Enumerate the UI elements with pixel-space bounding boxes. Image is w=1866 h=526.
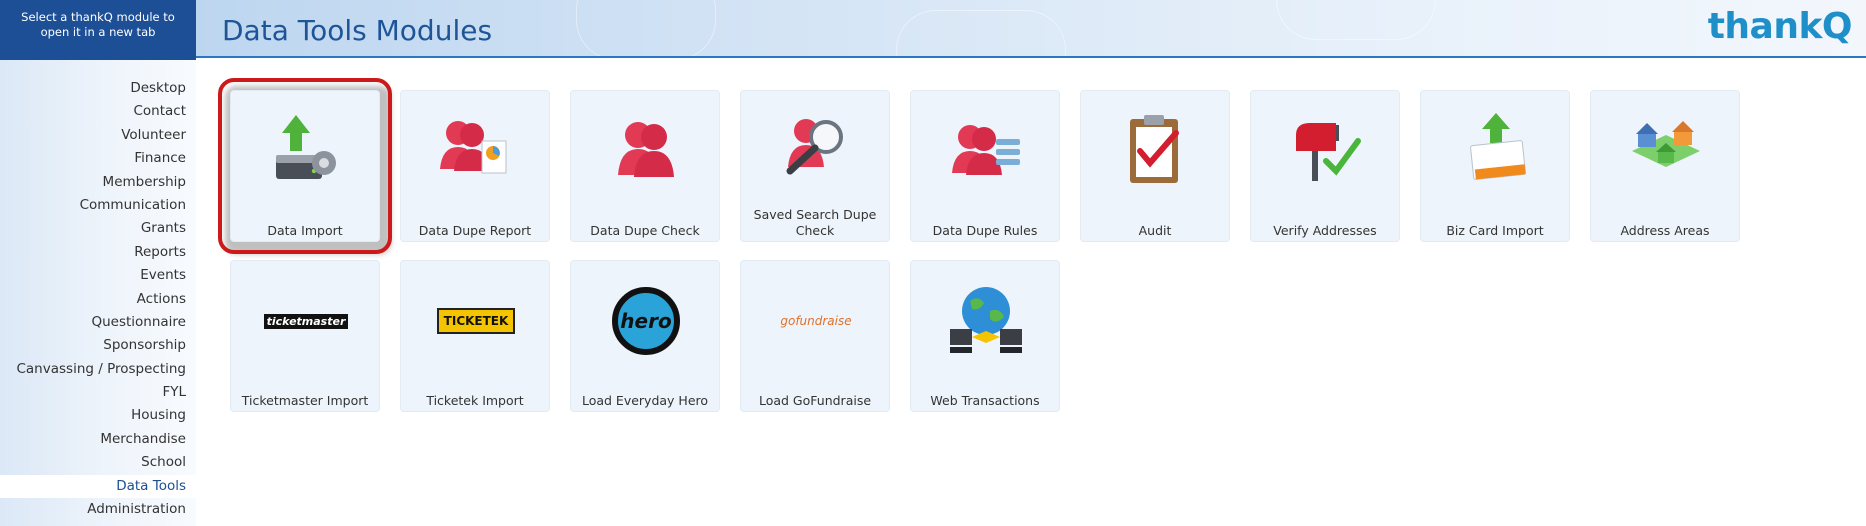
nav-item-reports[interactable]: Reports bbox=[0, 241, 196, 264]
tile-audit[interactable]: Audit bbox=[1080, 90, 1230, 242]
module-sidebar: Select a thankQ module to open it in a n… bbox=[0, 0, 196, 526]
dupe-check-icon bbox=[618, 122, 674, 177]
tile-saved-search-dupe-check[interactable]: Saved Search Dupe Check bbox=[740, 90, 890, 242]
data-import-icon bbox=[276, 115, 336, 179]
puzzle-decoration bbox=[896, 10, 1066, 56]
tile-label: Data Dupe Check bbox=[590, 223, 700, 238]
puzzle-decoration bbox=[1276, 0, 1436, 40]
tile-label: Data Import bbox=[267, 223, 343, 238]
globe-network-icon bbox=[950, 287, 1022, 353]
nav-item-communication[interactable]: Communication bbox=[0, 194, 196, 217]
hero-logo-circle: hero bbox=[612, 287, 680, 355]
nav-item-membership[interactable]: Membership bbox=[0, 171, 196, 194]
tile-label: Data Dupe Rules bbox=[932, 223, 1038, 238]
tile-address-areas[interactable]: Address Areas bbox=[1590, 90, 1740, 242]
houses-map-icon bbox=[1632, 121, 1700, 167]
module-nav: Desktop Contact Volunteer Finance Member… bbox=[0, 77, 196, 521]
tile-label: Ticketmaster Import bbox=[241, 393, 369, 408]
saved-search-icon bbox=[786, 119, 843, 175]
tile-label: Ticketek Import bbox=[426, 393, 524, 408]
dupe-report-icon bbox=[440, 121, 507, 174]
tile-data-dupe-check[interactable]: Data Dupe Check bbox=[570, 90, 720, 242]
thankq-logo: thankQ bbox=[1707, 6, 1853, 47]
sidebar-header: Select a thankQ module to open it in a n… bbox=[0, 0, 196, 60]
nav-item-desktop[interactable]: Desktop bbox=[0, 77, 196, 100]
tile-label: Biz Card Import bbox=[1446, 223, 1544, 238]
tile-label: Verify Addresses bbox=[1273, 223, 1377, 238]
tile-label: Saved Search Dupe Check bbox=[753, 207, 877, 238]
nav-item-sponsorship[interactable]: Sponsorship bbox=[0, 334, 196, 357]
nav-item-actions[interactable]: Actions bbox=[0, 288, 196, 311]
nav-item-finance[interactable]: Finance bbox=[0, 147, 196, 170]
nav-item-grants[interactable]: Grants bbox=[0, 217, 196, 240]
nav-item-volunteer[interactable]: Volunteer bbox=[0, 124, 196, 147]
tile-biz-card-import[interactable]: Biz Card Import bbox=[1420, 90, 1570, 242]
gofundraise-logo-text: gofundraise bbox=[780, 314, 852, 328]
dupe-rules-icon bbox=[952, 125, 1020, 175]
tile-ticketmaster-import[interactable]: ticketmaster Ticketmaster Import bbox=[230, 260, 380, 412]
everyday-hero-logo-icon: hero bbox=[606, 281, 686, 361]
tile-label: Audit bbox=[1138, 223, 1172, 238]
tile-web-transactions[interactable]: Web Transactions bbox=[910, 260, 1060, 412]
tile-data-dupe-report[interactable]: Data Dupe Report bbox=[400, 90, 550, 242]
nav-item-contact[interactable]: Contact bbox=[0, 100, 196, 123]
nav-item-fyl[interactable]: FYL bbox=[0, 381, 196, 404]
nav-item-canvassing[interactable]: Canvassing / Prospecting bbox=[0, 358, 196, 381]
nav-item-questionnaire[interactable]: Questionnaire bbox=[0, 311, 196, 334]
tile-label: Load GoFundraise bbox=[758, 393, 872, 408]
tile-ticketek-import[interactable]: TICKETEK Ticketek Import bbox=[400, 260, 550, 412]
clipboard-check-icon bbox=[1130, 115, 1179, 183]
nav-item-administration[interactable]: Administration bbox=[0, 498, 196, 521]
gofundraise-logo-icon: gofundraise bbox=[776, 281, 856, 361]
ticketek-logo-text: TICKETEK bbox=[436, 308, 516, 334]
tile-data-import[interactable]: Data Import bbox=[218, 78, 392, 254]
tile-load-everyday-hero[interactable]: hero Load Everyday Hero bbox=[570, 260, 720, 412]
tile-label: Data Dupe Report bbox=[418, 223, 532, 238]
page-title: Data Tools Modules bbox=[222, 14, 493, 47]
tile-data-dupe-rules[interactable]: Data Dupe Rules bbox=[910, 90, 1060, 242]
tile-label: Web Transactions bbox=[930, 393, 1040, 408]
nav-item-school[interactable]: School bbox=[0, 451, 196, 474]
nav-item-merchandise[interactable]: Merchandise bbox=[0, 428, 196, 451]
tile-label: Address Areas bbox=[1620, 223, 1710, 238]
tile-label: Load Everyday Hero bbox=[581, 393, 709, 408]
page-header: Data Tools Modules thankQ bbox=[196, 0, 1866, 58]
tile-verify-addresses[interactable]: Verify Addresses bbox=[1250, 90, 1400, 242]
nav-item-housing[interactable]: Housing bbox=[0, 404, 196, 427]
business-card-icon bbox=[1470, 113, 1526, 180]
hero-logo-text: hero bbox=[620, 309, 672, 333]
puzzle-decoration bbox=[576, 0, 716, 56]
mailbox-icon bbox=[1296, 123, 1361, 181]
ticketmaster-logo-icon: ticketmaster bbox=[263, 281, 349, 361]
nav-item-data-tools[interactable]: Data Tools bbox=[0, 474, 196, 499]
nav-item-events[interactable]: Events bbox=[0, 264, 196, 287]
ticketmaster-logo-text: ticketmaster bbox=[263, 313, 349, 329]
ticketek-logo-icon: TICKETEK bbox=[436, 281, 516, 361]
tile-load-gofundraise[interactable]: gofundraise Load GoFundraise bbox=[740, 260, 890, 412]
